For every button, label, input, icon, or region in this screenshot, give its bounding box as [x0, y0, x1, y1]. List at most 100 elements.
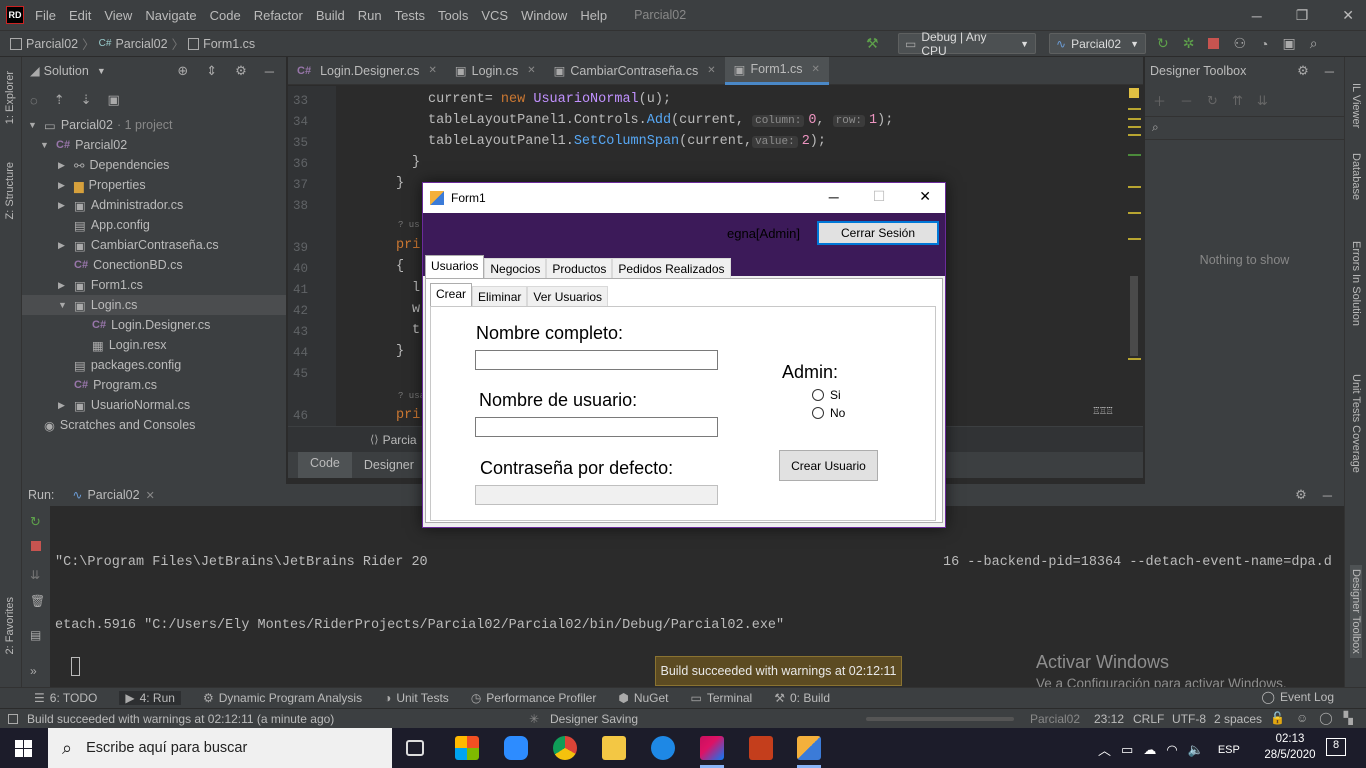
designer-toolbox-tool-tab[interactable]: Designer Toolbox [1350, 565, 1362, 658]
menu-item[interactable]: Tests [395, 8, 425, 23]
tree-item[interactable]: ▦ Login.resx [22, 335, 286, 355]
event-log-button[interactable]: Event Log [1280, 690, 1334, 704]
tool-window-button[interactable]: ◑ Unit Tests [384, 691, 449, 705]
collapsed-arrow-icon[interactable]: ▶ [58, 180, 74, 191]
close-tab-icon[interactable]: ✕ [428, 65, 436, 76]
chrome-icon[interactable] [553, 736, 577, 760]
hide-panel-icon[interactable]: ─ [265, 64, 274, 79]
editor-tab[interactable]: C# Login.Designer.cs ✕ [288, 57, 446, 85]
profiler-icon[interactable]: ◔ [1260, 36, 1268, 52]
memory-icon[interactable]: ▚ [1344, 711, 1353, 725]
build-notification[interactable]: Build succeeded with warnings at 02:12:1… [655, 656, 902, 686]
powerpoint-icon[interactable] [749, 736, 773, 760]
windows-start-icon[interactable] [15, 740, 32, 757]
form-main-tab[interactable]: Usuarios [425, 255, 485, 278]
debug-bug-icon[interactable]: ✲ [1183, 35, 1195, 52]
usages-hint[interactable]: ? usa [398, 391, 425, 401]
gear-icon[interactable]: ⚙ [235, 63, 247, 79]
tree-item[interactable]: ▶ ▣ Form1.cs [22, 275, 286, 295]
circle-icon[interactable]: ◯ [1319, 711, 1332, 725]
tree-item[interactable]: ▼ C# Parcial02 [22, 135, 286, 155]
tool-window-button[interactable]: ⚙ Dynamic Program Analysis [203, 691, 362, 705]
usages-hint[interactable]: ? us [398, 220, 420, 230]
status-message[interactable]: Build succeeded with warnings at 02:12:1… [27, 712, 334, 726]
tree-item[interactable]: ▤ packages.config [22, 355, 286, 375]
close-tab-icon[interactable]: ✕ [707, 65, 715, 76]
expand-icon[interactable]: ⇈ [1232, 93, 1243, 109]
inspection-icon[interactable]: ♖♖♖ [1093, 404, 1113, 418]
caret-position[interactable]: 23:12 [1094, 712, 1124, 726]
menu-item[interactable]: Code [210, 8, 241, 23]
store-icon[interactable] [455, 736, 479, 760]
errors-tool-tab[interactable]: Errors In Solution [1350, 241, 1362, 326]
more-icon[interactable]: » [30, 664, 37, 678]
menu-item[interactable]: File [35, 8, 56, 23]
collapse-icon[interactable]: ⇕ [206, 63, 217, 79]
stop-icon[interactable] [1208, 38, 1220, 49]
scroll-end-icon[interactable]: ⇊ [30, 568, 40, 582]
chevron-down-icon[interactable]: ▼ [97, 66, 106, 76]
collapse-icon[interactable]: ⇊ [1257, 93, 1268, 109]
configuration-select[interactable]: ▭ Debug | Any CPU ▼ [898, 30, 1036, 58]
chevron-up-icon[interactable]: ︿ [1098, 740, 1111, 759]
tree-item[interactable]: C# Login.Designer.cs [22, 315, 286, 335]
menu-item[interactable]: VCS [481, 8, 508, 23]
form-main-tab[interactable]: Productos [546, 258, 613, 278]
tree-item[interactable]: ◉ Scratches and Consoles [22, 415, 286, 435]
tree-item[interactable]: C# Program.cs [22, 375, 286, 395]
search-everywhere-icon[interactable]: ⌕ [1310, 35, 1318, 52]
language-indicator[interactable]: ESP [1218, 744, 1240, 756]
task-view-icon[interactable] [406, 740, 424, 756]
form-main-tab[interactable]: Pedidos Realizados [612, 258, 731, 278]
editor-tab[interactable]: ▣ Login.cs ✕ [446, 57, 545, 85]
expand-arrow-icon[interactable]: ▼ [58, 300, 74, 310]
full-name-input[interactable] [475, 350, 718, 370]
favorites-tool-tab[interactable]: 2: Favorites [4, 597, 16, 654]
lock-icon[interactable]: 🔓 [1270, 711, 1285, 725]
tool-window-button[interactable]: ☰ 6: TODO [34, 691, 97, 705]
close-tab-icon[interactable]: ✕ [527, 65, 535, 76]
database-tool-tab[interactable]: Database [1350, 153, 1362, 200]
tab-code[interactable]: Code [298, 452, 352, 478]
collapsed-arrow-icon[interactable]: ▶ [58, 200, 74, 211]
gear-icon[interactable]: ⚙ [1295, 487, 1307, 503]
collapsed-arrow-icon[interactable]: ▶ [58, 400, 74, 411]
breadcrumb-project[interactable]: Parcial02 [115, 37, 167, 51]
layout-icon[interactable]: ▤ [30, 628, 41, 642]
tree-item[interactable]: ▶ ▆ Properties [22, 175, 286, 195]
form-main-tab[interactable]: Negocios [484, 258, 547, 278]
solution-title[interactable]: Solution [44, 64, 89, 78]
tool-window-button[interactable]: ◷ Performance Profiler [471, 691, 597, 705]
preview-icon[interactable]: ▣ [108, 92, 120, 108]
admin-no-radio[interactable]: No [812, 406, 845, 420]
menu-item[interactable]: Refactor [254, 8, 303, 23]
file-encoding[interactable]: UTF-8 [1172, 712, 1206, 726]
tool-window-button[interactable]: ▶ 4: Run [119, 691, 181, 705]
battery-icon[interactable]: ▭ [1121, 742, 1133, 758]
tree-item[interactable]: ▤ App.config [22, 215, 286, 235]
tree-item[interactable]: ▶ ▣ UsuarioNormal.cs [22, 395, 286, 415]
rider-icon[interactable] [700, 736, 724, 760]
expand-all-icon[interactable]: ⇡ [54, 92, 65, 108]
minus-icon[interactable]: － [1180, 91, 1193, 110]
minimize-icon[interactable]: ─ [1252, 8, 1262, 24]
create-user-button[interactable]: Crear Usuario [779, 450, 878, 481]
wifi-icon[interactable]: ◠ [1166, 742, 1177, 758]
close-tab-icon[interactable]: ✕ [812, 64, 820, 75]
il-viewer-tool-tab[interactable]: IL Viewer [1350, 83, 1362, 128]
plus-icon[interactable]: ＋ [1153, 91, 1166, 110]
clock[interactable]: 02:13 28/5/2020 [1258, 731, 1322, 763]
form-sub-tab[interactable]: Crear [430, 283, 473, 306]
taskbar-search-input[interactable]: ⌕ Escribe aquí para buscar [48, 728, 392, 768]
rerun-icon[interactable]: ↻ [1157, 35, 1169, 52]
volume-icon[interactable]: 🔈 [1188, 742, 1204, 758]
rerun-icon[interactable]: ↻ [30, 514, 41, 530]
expand-arrow-icon[interactable]: ▼ [40, 140, 56, 150]
hide-panel-icon[interactable]: ─ [1325, 64, 1334, 79]
error-stripe[interactable] [1126, 86, 1143, 426]
gear-icon[interactable]: ⚙ [1297, 63, 1309, 79]
maximize-icon[interactable]: ☐ [873, 188, 886, 205]
username-input[interactable] [475, 417, 718, 437]
toolbox-search-input[interactable]: ⌕ [1145, 116, 1344, 140]
tree-item[interactable]: C# ConectionBD.cs [22, 255, 286, 275]
